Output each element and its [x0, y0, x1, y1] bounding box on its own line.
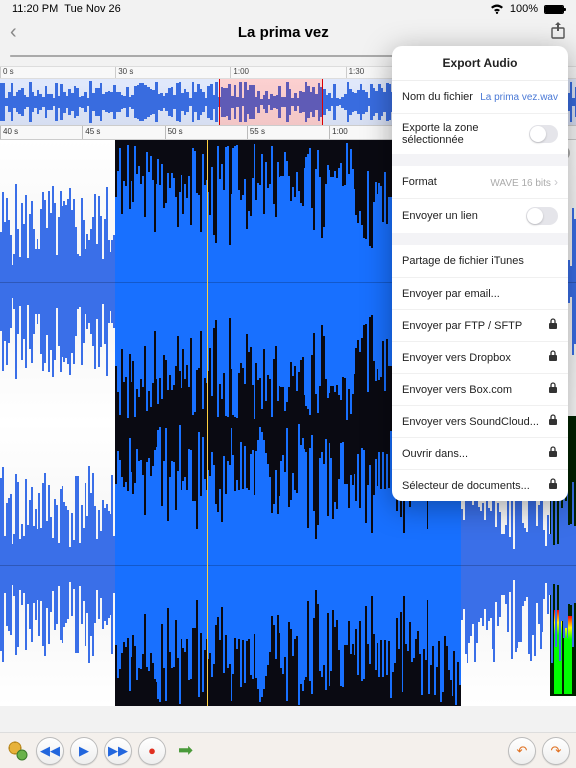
share-item[interactable]: Envoyer vers Box.com: [392, 373, 568, 405]
record-button[interactable]: ●: [138, 737, 166, 765]
arrow-icon[interactable]: ➡: [178, 740, 193, 761]
lock-icon: [548, 478, 558, 493]
filename-value: La prima vez.wav: [480, 92, 558, 103]
send-link-row[interactable]: Envoyer un lien: [392, 198, 568, 233]
share-item[interactable]: Envoyer par email...: [392, 277, 568, 309]
redo-button[interactable]: ↷: [542, 737, 570, 765]
battery-pct: 100%: [510, 3, 538, 15]
nav-bar: ‹ La prima vez: [0, 18, 576, 46]
chevron-right-icon: ›: [554, 175, 558, 189]
share-item[interactable]: Partage de fichier iTunes: [392, 245, 568, 277]
status-time: 11:20 PM: [12, 3, 58, 15]
share-item[interactable]: Envoyer vers Dropbox: [392, 341, 568, 373]
share-item[interactable]: Sélecteur de documents...: [392, 469, 568, 501]
bottom-toolbar: ◀◀ ▶ ▶▶ ● ➡ ↶ ↷: [0, 732, 576, 768]
lock-icon: [548, 350, 558, 365]
rewind-button[interactable]: ◀◀: [36, 737, 64, 765]
send-link-toggle[interactable]: [526, 207, 558, 225]
export-selection-toggle[interactable]: [529, 125, 558, 143]
undo-button[interactable]: ↶: [508, 737, 536, 765]
status-bar: 11:20 PM Tue Nov 26 100%: [0, 0, 576, 18]
forward-button[interactable]: ▶▶: [104, 737, 132, 765]
format-row[interactable]: Format WAVE 16 bits ›: [392, 166, 568, 198]
page-title: La prima vez: [238, 24, 329, 41]
filename-row[interactable]: Nom du fichier La prima vez.wav: [392, 81, 568, 113]
share-item[interactable]: Envoyer vers SoundCloud...: [392, 405, 568, 437]
settings-button[interactable]: [6, 739, 30, 763]
share-item[interactable]: Envoyer par FTP / SFTP: [392, 309, 568, 341]
overview-selection[interactable]: [219, 79, 323, 125]
lock-icon: [548, 382, 558, 397]
status-date: Tue Nov 26: [64, 3, 120, 15]
export-selection-row[interactable]: Exporte la zone sélectionnée: [392, 113, 568, 154]
share-item[interactable]: Ouvrir dans...: [392, 437, 568, 469]
export-popover: Export Audio Nom du fichier La prima vez…: [392, 46, 568, 501]
wifi-icon: [490, 4, 504, 14]
back-button[interactable]: ‹: [10, 21, 17, 44]
play-button[interactable]: ▶: [70, 737, 98, 765]
lock-icon: [548, 414, 558, 429]
playhead[interactable]: [207, 140, 208, 423]
share-button[interactable]: [550, 21, 566, 44]
lock-icon: [548, 318, 558, 333]
popover-title: Export Audio: [392, 46, 568, 81]
battery-icon: [544, 5, 564, 14]
lock-icon: [548, 446, 558, 461]
